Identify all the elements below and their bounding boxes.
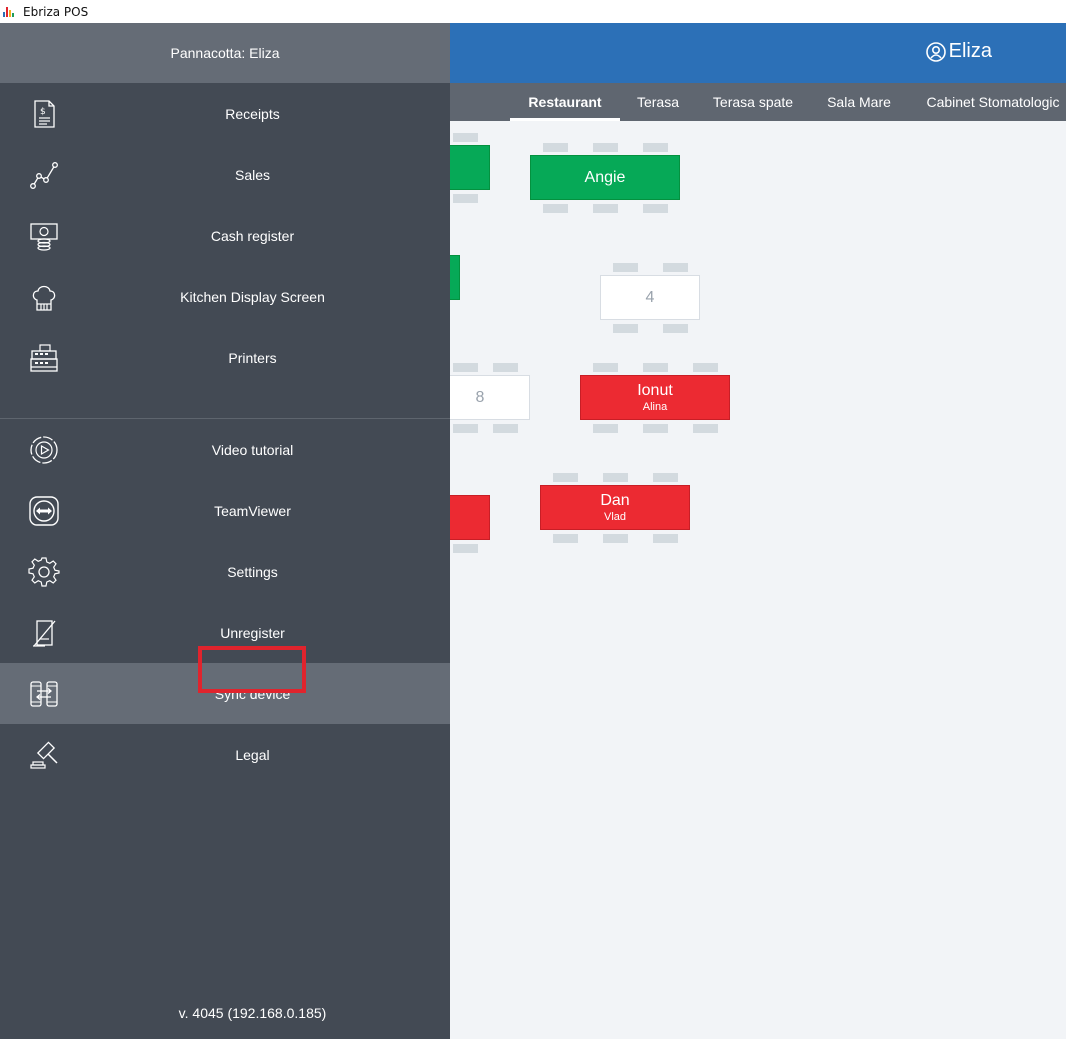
table-name: Angie: [584, 168, 626, 186]
chair: [453, 194, 478, 203]
highlight-box: [198, 646, 306, 693]
table-name: Dan: [600, 491, 630, 509]
table-name: Ionut: [637, 381, 673, 399]
menu-item-sales[interactable]: Sales: [0, 144, 450, 205]
menu-item-video-tutorial[interactable]: Video tutorial: [0, 419, 450, 480]
menu-label: Printers: [228, 349, 277, 366]
user-menu[interactable]: Eliza: [925, 40, 992, 63]
chair: [593, 363, 618, 372]
chair: [453, 133, 478, 142]
tab-terasa[interactable]: Terasa: [628, 83, 688, 121]
room-tabs: Restaurant Terasa Terasa spate Sala Mare…: [450, 83, 1066, 121]
menu-item-cash-register[interactable]: Cash register: [0, 205, 450, 266]
chair: [553, 534, 578, 543]
chair: [493, 424, 518, 433]
menu-item-teamviewer[interactable]: TeamViewer: [0, 480, 450, 541]
chair: [593, 143, 618, 152]
tab-cabinet-stomatologic[interactable]: Cabinet Stomatologic: [920, 83, 1066, 121]
chair: [653, 473, 678, 482]
chair: [693, 424, 718, 433]
table-waiter: Vlad: [603, 510, 627, 523]
menu-header: Pannacotta: Eliza: [0, 23, 450, 83]
table-card[interactable]: 4: [600, 275, 700, 320]
menu-label: Video tutorial: [211, 441, 294, 458]
tab-sala-mare[interactable]: Sala Mare: [820, 83, 898, 121]
chair: [543, 143, 568, 152]
user-circle-icon: [925, 41, 946, 62]
menu-label: Settings: [227, 563, 278, 580]
chair: [543, 204, 568, 213]
table-card[interactable]: Dan Vlad: [540, 485, 690, 530]
chair: [653, 534, 678, 543]
chair: [613, 263, 638, 272]
chair: [603, 473, 628, 482]
chair: [453, 424, 478, 433]
table-name: 8: [475, 388, 485, 406]
chair: [593, 424, 618, 433]
tab-terasa-spate[interactable]: Terasa spate: [706, 83, 800, 121]
chair: [663, 263, 688, 272]
table-waiter: Alina: [642, 400, 668, 413]
menu-item-kitchen-display[interactable]: Kitchen Display Screen: [0, 266, 450, 327]
menu-label: Sales: [234, 166, 271, 183]
chair: [643, 424, 668, 433]
app-logo-icon: [3, 6, 19, 17]
menu-label: Legal: [235, 746, 270, 763]
chair: [643, 143, 668, 152]
table-card[interactable]: Ionut Alina: [580, 375, 730, 420]
tab-restaurant[interactable]: Restaurant: [510, 83, 620, 121]
side-menu: Pannacotta: Eliza $ Receipts Sales Cash …: [0, 23, 450, 1039]
menu-item-receipts[interactable]: $ Receipts: [0, 83, 450, 144]
menu-label: Cash register: [210, 227, 295, 244]
chair: [613, 324, 638, 333]
menu-label: TeamViewer: [214, 502, 291, 519]
menu-item-printers[interactable]: Printers: [0, 327, 450, 388]
table-name: 4: [645, 288, 655, 306]
menu-label: Unregister: [220, 624, 285, 641]
user-name: Eliza: [948, 40, 992, 62]
table-card[interactable]: Angie: [530, 155, 680, 200]
chair: [643, 204, 668, 213]
chair: [693, 363, 718, 372]
chair: [663, 324, 688, 333]
chair: [643, 363, 668, 372]
menu-label: Kitchen Display Screen: [180, 288, 325, 305]
window-titlebar: Ebriza POS: [0, 0, 1066, 23]
chair: [453, 544, 478, 553]
chair: [593, 204, 618, 213]
chair: [603, 534, 628, 543]
menu-label: Receipts: [225, 105, 280, 122]
menu-item-legal[interactable]: Legal: [0, 724, 450, 785]
window-title: Ebriza POS: [23, 4, 89, 19]
app-version: v. 4045 (192.168.0.185): [178, 1005, 327, 1021]
menu-item-settings[interactable]: Settings: [0, 541, 450, 602]
chair: [553, 473, 578, 482]
